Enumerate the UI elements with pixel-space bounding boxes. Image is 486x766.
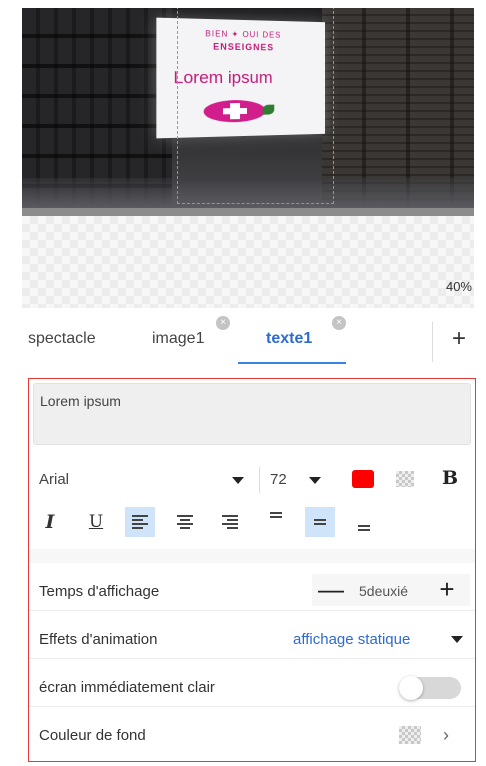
bold-button[interactable]: B [442,467,458,489]
add-tab-button[interactable]: + [446,324,472,354]
align-right-button[interactable] [215,507,245,537]
transparent-canvas [22,216,474,308]
display-time-value[interactable]: 5deuxié [359,583,408,599]
align-left-icon [132,515,148,529]
tab-spectacle[interactable]: spectacle [28,330,96,348]
display-time-row: Temps d'affichage — 5deuxié + [29,571,475,611]
animation-dropdown-icon[interactable] [451,636,463,643]
align-left-button[interactable] [125,507,155,537]
animation-label: Effets d'animation [39,631,158,648]
preview-divider [22,208,474,216]
tab-texte1[interactable]: texte1 [266,330,312,348]
text-selection-box[interactable] [177,8,334,204]
align-right-icon [222,515,238,529]
decrease-time-button[interactable]: — [317,576,345,604]
preview-image: BIEN ✦ OUI DES ENSEIGNES Lorem ipsum [22,8,474,208]
increase-time-button[interactable]: + [431,574,463,606]
text-color-swatch[interactable] [352,470,374,488]
italic-button[interactable]: I [35,507,65,537]
font-row-divider [259,467,260,493]
bg-color-label: Couleur de fond [39,727,146,744]
display-time-label: Temps d'affichage [39,583,159,600]
valign-top-button[interactable] [261,507,291,537]
close-tab-image1-icon[interactable]: × [216,316,230,330]
tab-divider [432,322,433,362]
text-bg-color-swatch[interactable] [396,471,414,487]
align-center-button[interactable] [170,507,200,537]
tab-image1[interactable]: image1 [152,330,204,348]
text-input[interactable]: Lorem ipsum [33,383,471,445]
clear-screen-toggle[interactable] [399,677,461,699]
bg-color-row[interactable]: Couleur de fond › [29,715,475,755]
animation-row[interactable]: Effets d'animation affichage statique [29,619,475,659]
text-editor-panel: Lorem ipsum Arial 72 B I U Temps d'affic… [28,378,476,762]
font-row: Arial 72 B [29,465,475,495]
section-separator [29,549,475,563]
font-size-select[interactable]: 72 [270,471,287,488]
bg-color-swatch[interactable] [399,726,421,744]
clear-screen-label: écran immédiatement clair [39,679,215,696]
clear-screen-row: écran immédiatement clair [29,667,475,707]
close-tab-texte1-icon[interactable]: × [332,316,346,330]
align-center-icon [177,515,193,529]
valign-bottom-button[interactable] [349,507,379,537]
layer-tabs: spectacle image1 × texte1 × + [22,318,474,368]
active-tab-indicator [238,362,346,364]
font-family-dropdown-icon[interactable] [232,477,244,484]
zoom-level: 40% [446,279,472,294]
toggle-knob [399,676,423,700]
font-family-select[interactable]: Arial [39,471,69,488]
underline-button[interactable]: U [81,507,111,537]
chevron-right-icon[interactable]: › [443,725,449,746]
animation-select[interactable]: affichage statique [293,631,410,648]
format-row: I U [29,505,475,541]
valign-middle-button[interactable] [305,507,335,537]
font-size-dropdown-icon[interactable] [309,477,321,484]
